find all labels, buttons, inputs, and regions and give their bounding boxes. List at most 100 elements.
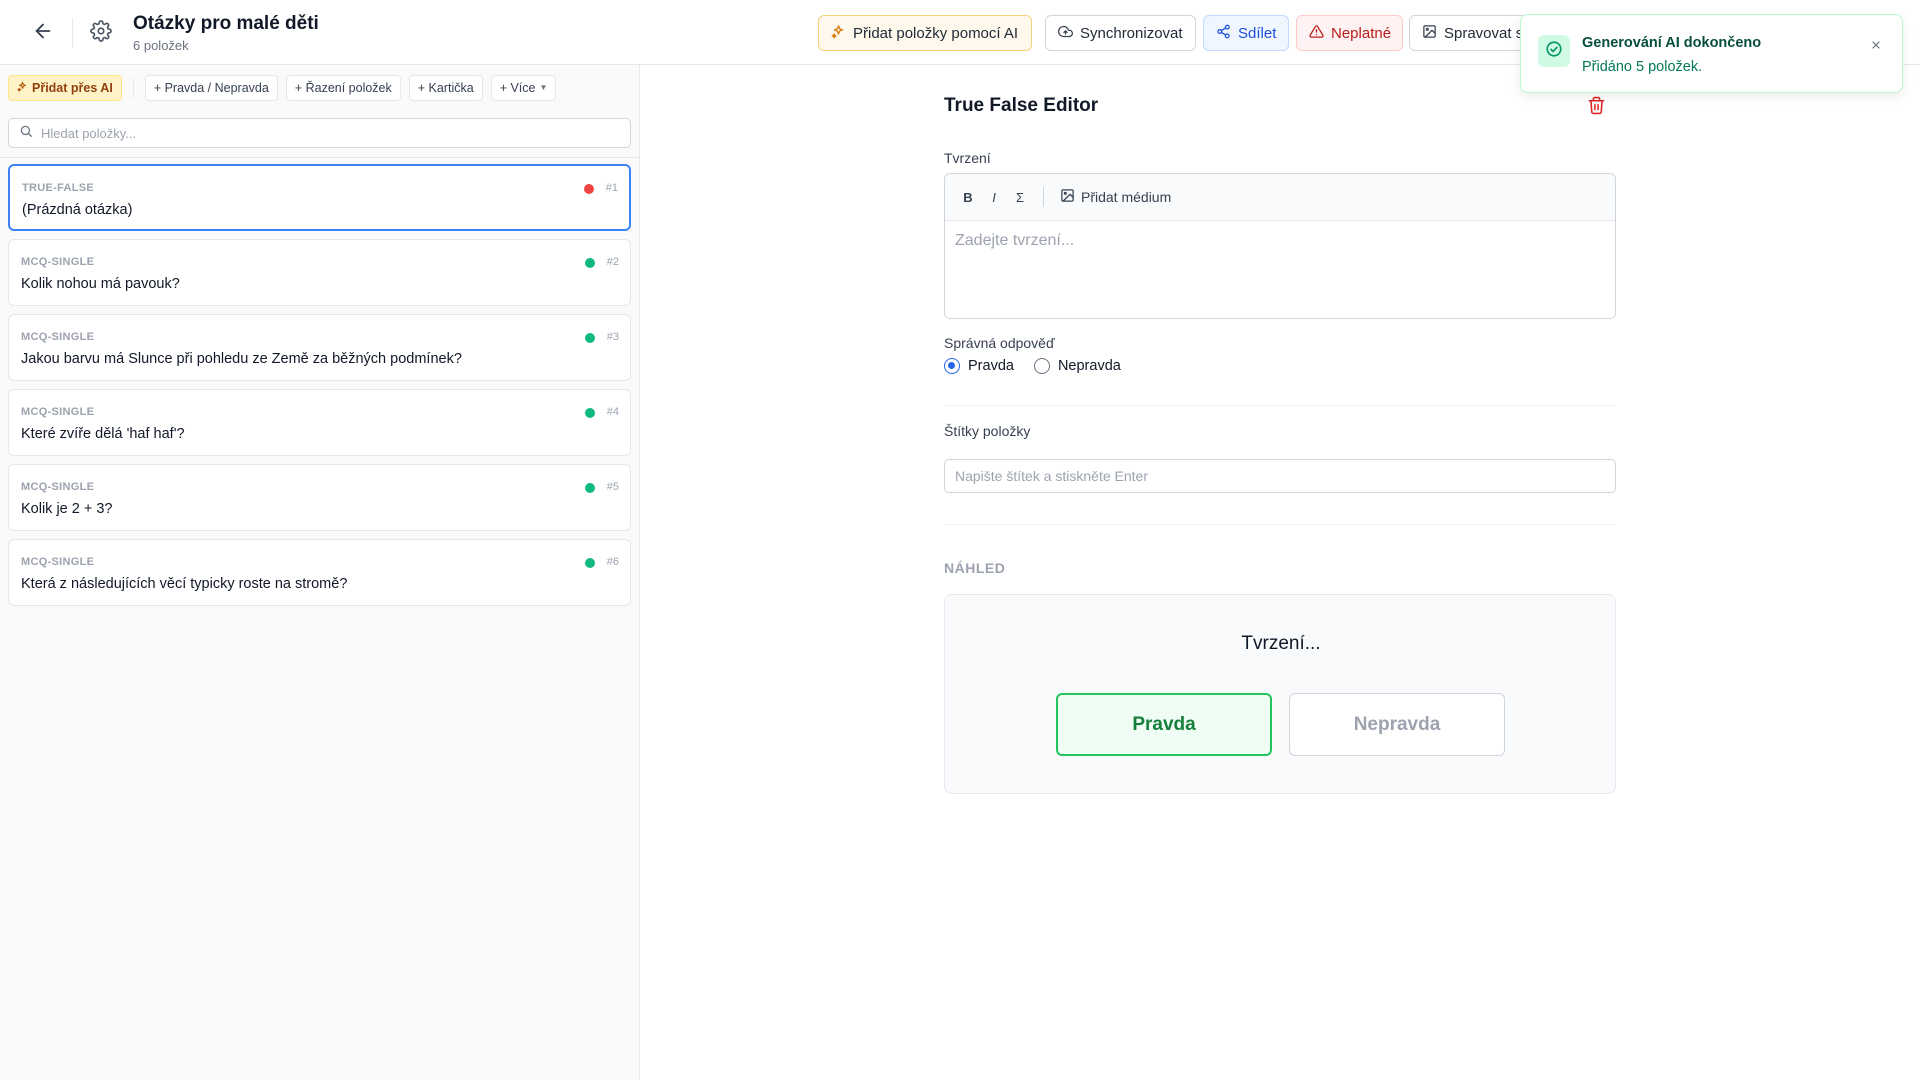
answer-radio-group: Pravda Nepravda bbox=[944, 358, 1121, 374]
share-icon bbox=[1216, 24, 1231, 43]
toast-close-button[interactable] bbox=[1868, 39, 1884, 55]
item-number: #4 bbox=[606, 406, 619, 418]
share-label: Sdílet bbox=[1238, 24, 1277, 42]
item-list: TRUE-FALSE (Prázdná otázka) #1 MCQ-SINGL… bbox=[8, 164, 631, 614]
item-text: Která z následujících věcí typicky roste… bbox=[21, 576, 348, 592]
list-item[interactable]: MCQ-SINGLE Které zvíře dělá 'haf haf'? #… bbox=[8, 389, 631, 456]
statement-input[interactable] bbox=[945, 221, 1615, 318]
statement-editor: B I Σ Přidat médium bbox=[944, 173, 1616, 319]
item-number: #2 bbox=[606, 256, 619, 268]
title-block: Otázky pro malé děti 6 položek bbox=[133, 13, 319, 53]
sync-button[interactable]: Synchronizovat bbox=[1045, 15, 1196, 51]
close-icon bbox=[1870, 38, 1882, 56]
add-true-false-button[interactable]: + Pravda / Nepravda bbox=[144, 74, 278, 101]
add-media-button[interactable]: Přidat médium bbox=[1056, 188, 1175, 206]
page-title: Otázky pro malé děti bbox=[133, 13, 319, 34]
warning-icon bbox=[1309, 24, 1324, 43]
item-count: 6 položek bbox=[133, 38, 189, 53]
item-text: Kolik je 2 + 3? bbox=[21, 501, 113, 517]
more-item-types-button[interactable]: + Více ▼ bbox=[490, 74, 557, 101]
section-divider bbox=[944, 405, 1616, 406]
item-number: #3 bbox=[606, 331, 619, 343]
status-dot bbox=[585, 333, 595, 343]
sync-label: Synchronizovat bbox=[1080, 24, 1183, 42]
check-circle-icon bbox=[1545, 40, 1563, 63]
status-dot bbox=[585, 258, 595, 268]
add-items-ai-label: Přidat položky pomocí AI bbox=[853, 24, 1019, 42]
item-text: (Prázdná otázka) bbox=[22, 202, 133, 218]
sparkles-icon bbox=[17, 81, 28, 95]
correct-answer-label: Správná odpověď bbox=[944, 335, 1055, 351]
item-number: #6 bbox=[606, 556, 619, 568]
status-dot bbox=[585, 483, 595, 493]
item-type: MCQ-SINGLE bbox=[21, 556, 95, 568]
search-input[interactable] bbox=[41, 125, 601, 141]
list-item[interactable]: MCQ-SINGLE Kolik nohou má pavouk? #2 bbox=[8, 239, 631, 306]
quick-add-toolbar: Přidat přes AI + Pravda / Nepravda + Řaz… bbox=[8, 74, 557, 101]
answer-false-label: Nepravda bbox=[1057, 358, 1121, 374]
caret-down-icon: ▼ bbox=[539, 83, 548, 92]
toolbar-divider bbox=[1043, 187, 1044, 207]
invalid-items-button[interactable]: Neplatné bbox=[1296, 15, 1403, 51]
item-text: Jakou barvu má Slunce při pohledu ze Zem… bbox=[21, 351, 462, 367]
preview-statement: Tvrzení... bbox=[1241, 633, 1321, 654]
invalid-label: Neplatné bbox=[1331, 24, 1392, 42]
preview-true-button[interactable]: Pravda bbox=[1056, 693, 1272, 756]
sparkles-icon bbox=[831, 24, 846, 43]
toast-notification: Generování AI dokončeno Přidáno 5 polože… bbox=[1520, 14, 1903, 93]
item-type: MCQ-SINGLE bbox=[21, 331, 95, 343]
item-type: MCQ-SINGLE bbox=[21, 481, 95, 493]
item-text: Kolik nohou má pavouk? bbox=[21, 276, 180, 292]
status-dot bbox=[585, 408, 595, 418]
quick-add-ai-button[interactable]: Přidat přes AI bbox=[8, 74, 122, 101]
image-icon bbox=[1060, 188, 1075, 206]
add-ordering-button[interactable]: + Řazení položek bbox=[285, 74, 401, 101]
item-text: Které zvíře dělá 'haf haf'? bbox=[21, 426, 185, 442]
settings-button[interactable] bbox=[88, 19, 114, 47]
quick-add-ai-label: Přidat přes AI bbox=[32, 80, 113, 95]
search-box bbox=[8, 118, 631, 148]
list-item[interactable]: TRUE-FALSE (Prázdná otázka) #1 bbox=[8, 164, 631, 231]
tags-input[interactable] bbox=[944, 459, 1616, 493]
list-item[interactable]: MCQ-SINGLE Kolik je 2 + 3? #5 bbox=[8, 464, 631, 531]
answer-true-option[interactable]: Pravda bbox=[944, 358, 1014, 374]
radio-false[interactable] bbox=[1033, 358, 1050, 374]
sidebar-divider bbox=[0, 157, 640, 158]
list-item[interactable]: MCQ-SINGLE Která z následujících věcí ty… bbox=[8, 539, 631, 606]
answer-true-label: Pravda bbox=[968, 358, 1014, 374]
preview-panel: Tvrzení... Pravda Nepravda bbox=[944, 594, 1616, 794]
add-items-ai-button[interactable]: Přidat položky pomocí AI bbox=[818, 15, 1032, 51]
statement-label: Tvrzení bbox=[944, 150, 991, 166]
tags-label: Štítky položky bbox=[944, 423, 1031, 439]
italic-button[interactable]: I bbox=[983, 185, 1005, 209]
cloud-upload-icon bbox=[1058, 24, 1073, 43]
share-button[interactable]: Sdílet bbox=[1203, 15, 1289, 51]
editor-title: True False Editor bbox=[944, 95, 1099, 116]
toast-message: Přidáno 5 položek. bbox=[1582, 59, 1703, 75]
item-number: #1 bbox=[605, 182, 618, 194]
math-button[interactable]: Σ bbox=[1009, 185, 1031, 209]
rich-text-toolbar: B I Σ Přidat médium bbox=[945, 174, 1615, 221]
add-flashcard-button[interactable]: + Kartička bbox=[408, 74, 483, 101]
items-sidebar: Přidat přes AI + Pravda / Nepravda + Řaz… bbox=[0, 65, 640, 1080]
list-item[interactable]: MCQ-SINGLE Jakou barvu má Slunce při poh… bbox=[8, 314, 631, 381]
delete-item-button[interactable] bbox=[1587, 96, 1609, 118]
item-type: MCQ-SINGLE bbox=[21, 406, 95, 418]
answer-false-option[interactable]: Nepravda bbox=[1033, 358, 1121, 374]
section-divider bbox=[944, 524, 1616, 525]
radio-true[interactable] bbox=[944, 358, 960, 374]
header-divider bbox=[72, 18, 73, 48]
item-type: MCQ-SINGLE bbox=[21, 256, 95, 268]
bold-button[interactable]: B bbox=[957, 185, 979, 209]
trash-icon bbox=[1587, 96, 1606, 119]
manage-label: Spravovat s bbox=[1444, 24, 1524, 42]
back-button[interactable] bbox=[28, 20, 58, 46]
item-type: TRUE-FALSE bbox=[22, 182, 95, 194]
toast-icon-box bbox=[1538, 35, 1570, 67]
toast-title: Generování AI dokončeno bbox=[1582, 35, 1762, 51]
image-icon bbox=[1422, 24, 1437, 43]
preview-false-button[interactable]: Nepravda bbox=[1289, 693, 1505, 756]
toolbar-divider bbox=[132, 77, 134, 98]
gear-icon bbox=[90, 19, 112, 47]
preview-label: NÁHLED bbox=[944, 560, 1006, 576]
